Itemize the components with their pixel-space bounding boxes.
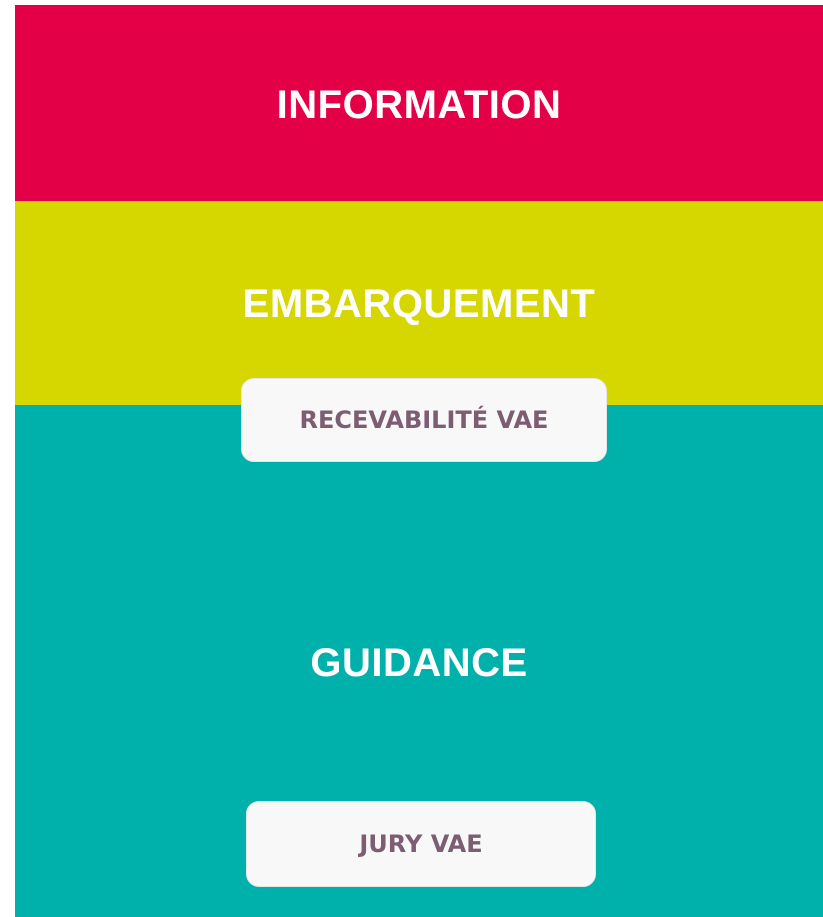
stage-information-title: INFORMATION	[276, 83, 562, 127]
stage-information: INFORMATION	[15, 5, 823, 201]
vae-process-diagram: INFORMATION EMBARQUEMENT GUIDANCE RECEVA…	[0, 0, 823, 917]
stage-guidance-title: GUIDANCE	[310, 641, 528, 685]
stage-embarquement-title: EMBARQUEMENT	[242, 282, 596, 326]
milestone-jury-vae: JURY VAE	[246, 801, 596, 887]
milestone-recevabilite-vae: RECEVABILITÉ VAE	[241, 378, 607, 462]
stage-embarquement: EMBARQUEMENT	[15, 201, 823, 405]
